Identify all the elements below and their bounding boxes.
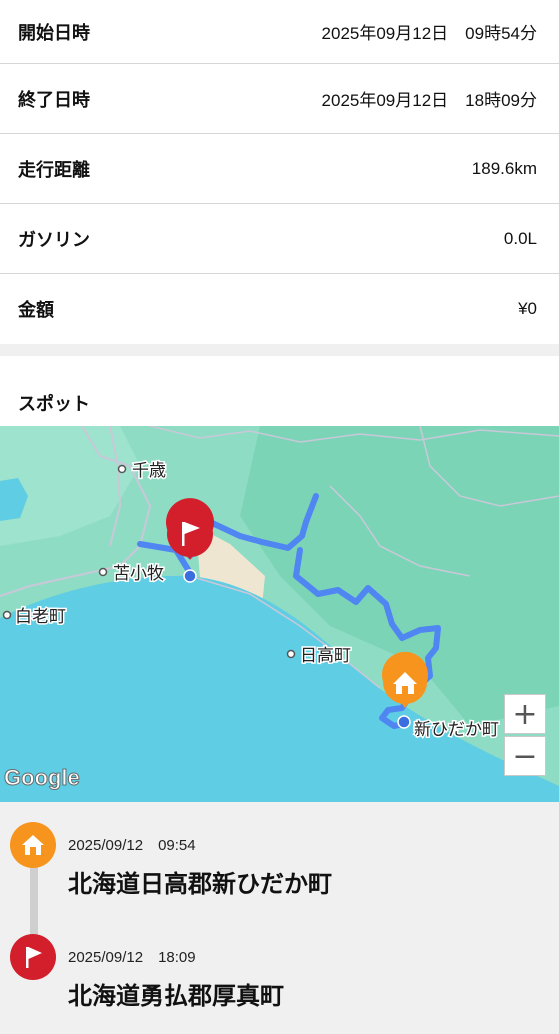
start-datetime-row: 開始日時 2025年09月12日 09時54分 xyxy=(0,0,559,64)
city-label-hidaka: 日高町 xyxy=(300,646,351,666)
start-datetime-label: 開始日時 xyxy=(18,22,90,44)
spots-title: スポット xyxy=(18,394,90,415)
section-divider xyxy=(0,344,559,356)
timeline-start-address[interactable]: 北海道日高郡新ひだか町 xyxy=(68,864,332,899)
flag-icon xyxy=(26,947,42,968)
timeline-end-time: 2025/09/12 18:09 xyxy=(68,949,196,966)
city-marker-chitose xyxy=(117,464,127,474)
timeline-start-badge xyxy=(10,822,56,868)
zoom-in-button[interactable]: + xyxy=(504,694,546,734)
google-logo: Google xyxy=(4,765,80,790)
end-datetime-label: 終了日時 xyxy=(18,89,90,111)
gasoline-value: 0.0L xyxy=(503,228,537,248)
end-datetime-row: 終了日時 2025年09月12日 18時09分 xyxy=(0,64,559,134)
city-label-shiraoi: 白老町 xyxy=(15,607,66,627)
home-icon xyxy=(22,835,44,855)
spots-header: スポット xyxy=(0,356,559,426)
distance-row: 走行距離 189.6km xyxy=(0,134,559,204)
amount-value: ¥0 xyxy=(518,299,537,318)
distance-label: 走行距離 xyxy=(18,159,90,181)
city-label-chitose: 千歳 xyxy=(132,461,166,481)
city-label-tomakomai: 苫小牧 xyxy=(113,564,164,584)
start-datetime-value: 2025年09月12日 09時54分 xyxy=(321,24,537,43)
city-marker-tomakomai xyxy=(98,567,108,577)
amount-label: 金額 xyxy=(18,300,54,321)
end-datetime-value: 2025年09月12日 18時09分 xyxy=(321,91,537,110)
spot-timeline: 2025/09/12 09:54 北海道日高郡新ひだか町 2025/09/12 … xyxy=(0,802,559,1034)
timeline-end-address[interactable]: 北海道勇払郡厚真町 xyxy=(68,976,284,1011)
timeline-end-badge xyxy=(10,934,56,980)
route-end-dot xyxy=(183,569,197,583)
map-canvas: 千歳 苫小牧 白老町 日高町 新ひだか町 Google xyxy=(0,426,559,802)
city-label-shinhidaka: 新ひだか町 xyxy=(414,720,499,740)
distance-value: 189.6km xyxy=(471,158,537,178)
city-marker-hidaka xyxy=(286,649,296,659)
city-marker-shiraoi xyxy=(2,610,12,620)
gasoline-row: ガソリン 0.0L xyxy=(0,204,559,274)
zoom-out-button[interactable]: − xyxy=(504,736,546,776)
amount-row: 金額 ¥0 xyxy=(0,274,559,344)
gasoline-label: ガソリン xyxy=(18,229,90,251)
route-map[interactable]: 千歳 苫小牧 白老町 日高町 新ひだか町 Google + − xyxy=(0,426,559,802)
trip-details: 開始日時 2025年09月12日 09時54分 終了日時 2025年09月12日… xyxy=(0,0,559,344)
route-start-dot xyxy=(397,715,411,729)
timeline-start-time: 2025/09/12 09:54 xyxy=(68,837,196,854)
